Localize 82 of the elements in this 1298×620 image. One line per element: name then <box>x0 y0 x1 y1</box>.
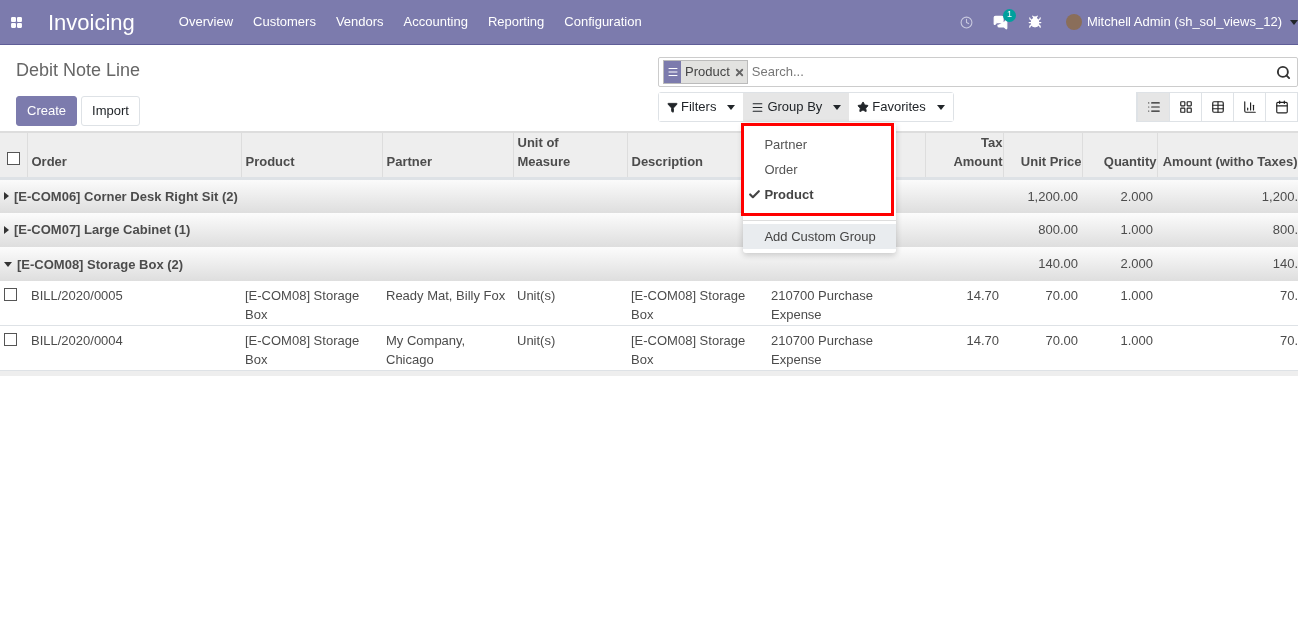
table-cell: My Company, Chicago <box>382 325 513 371</box>
create-button[interactable]: Create <box>16 96 78 126</box>
table-cell: Unit(s) <box>513 280 627 326</box>
group-label: [E-COM06] Corner Desk Right Sit (2) <box>14 187 238 206</box>
close-icon[interactable] <box>733 66 745 78</box>
table-cell: 1.000 <box>1082 212 1157 247</box>
table-cell: Unit(s) <box>513 325 627 371</box>
column-header[interactable]: Amount (witho Taxes) <box>1157 132 1298 179</box>
list-icon <box>1146 100 1161 114</box>
column-header[interactable]: Quantity <box>1082 132 1157 179</box>
menu-icon <box>666 66 679 78</box>
table-cell: 2.000 <box>1082 178 1157 213</box>
checkbox[interactable] <box>4 287 17 301</box>
caret-icon <box>1290 19 1298 25</box>
bar-chart-icon <box>1242 100 1257 114</box>
table-cell: 70.00 <box>1003 280 1082 326</box>
nav-menu-item[interactable]: Configuration <box>554 12 652 32</box>
table-cell: 1,200. <box>1157 178 1298 213</box>
nav-menu-item[interactable]: Customers <box>243 12 326 32</box>
avatar <box>1065 14 1082 30</box>
group-label: [E-COM08] Storage Box (2) <box>17 255 184 274</box>
bug-icon[interactable] <box>1027 15 1042 29</box>
search-field[interactable]: Search... <box>751 62 1272 82</box>
table-cell: 14.70 <box>925 280 1003 326</box>
table-cell: 2.000 <box>1082 246 1157 281</box>
table-cell: [E-COM08] Storage Box <box>241 280 382 326</box>
nav-menu-item[interactable]: Overview <box>168 12 244 32</box>
column-header[interactable]: Unit Price <box>1003 132 1082 179</box>
group-by-option[interactable]: Product <box>744 182 892 207</box>
search-panel-button[interactable]: Group By <box>743 93 850 121</box>
column-header[interactable]: Unit of Measure <box>513 132 627 179</box>
facet-label: Product <box>684 63 731 82</box>
checkbox[interactable] <box>4 333 17 346</box>
table-cell: 140. <box>1157 246 1298 281</box>
column-header[interactable]: Partner <box>382 132 513 179</box>
nav-menu-item[interactable]: Accounting <box>393 12 478 32</box>
breadcrumb-title: Debit Note Line <box>16 59 142 82</box>
add-custom-group-option[interactable]: Add Custom Group <box>743 224 897 249</box>
app-title: Invoicing <box>48 8 135 37</box>
notification-badge: 1 <box>1002 8 1016 22</box>
table-cell: BILL/2020/0004 <box>27 325 241 371</box>
table-cell: [E-COM08] Storage Box <box>627 325 767 371</box>
menu-icon <box>751 100 765 114</box>
table-cell: 70.00 <box>1003 325 1082 371</box>
table-cell: BILL/2020/0005 <box>27 280 241 326</box>
caret-icon <box>833 104 842 110</box>
table-cell: 1.000 <box>1082 325 1157 371</box>
table-cell: 14.70 <box>925 325 1003 371</box>
nav-menu-item[interactable]: Reporting <box>477 12 555 32</box>
search-bar[interactable]: Product Search... <box>658 57 1298 87</box>
table-cell: Ready Mat, Billy Fox <box>382 280 513 326</box>
filter-icon <box>667 101 678 113</box>
calendar-icon <box>1274 100 1289 114</box>
table-cell: [E-COM08] Storage Box <box>627 280 767 326</box>
table-cell: 140.00 <box>1003 246 1082 281</box>
column-header[interactable]: Product <box>241 132 382 179</box>
chat-icon[interactable] <box>992 14 1008 30</box>
column-header[interactable]: Order <box>27 132 241 179</box>
search-icon[interactable] <box>1276 64 1291 80</box>
table-icon <box>1210 100 1225 114</box>
table-cell: 1,200.00 <box>1003 178 1082 213</box>
view-switch-button[interactable] <box>1137 93 1169 121</box>
table-cell: 1.000 <box>1082 280 1157 326</box>
table-cell: 800.00 <box>1003 212 1082 247</box>
table-cell: 70. <box>1157 280 1298 326</box>
table-cell: 70. <box>1157 325 1298 371</box>
table-cell: 210700 Purchase Expense <box>767 280 925 326</box>
caret-icon <box>727 104 736 110</box>
user-menu[interactable]: Mitchell Admin (sh_sol_views_12) <box>1086 12 1282 32</box>
star-icon <box>857 101 870 113</box>
nav-menu-item[interactable]: Vendors <box>325 12 394 32</box>
table-cell: 800. <box>1157 212 1298 247</box>
group-row[interactable]: [E-COM08] Storage Box (2) 140.00 2.000 140. <box>0 246 1298 281</box>
group-label: [E-COM07] Large Cabinet (1) <box>14 220 191 239</box>
apps-menu-icon[interactable] <box>10 15 23 29</box>
import-button[interactable]: Import <box>81 96 140 126</box>
grid-icon <box>1178 100 1193 114</box>
caret-icon <box>936 104 945 110</box>
column-header[interactable]: Tax Amount <box>925 132 1003 179</box>
table-cell: [E-COM08] Storage Box <box>241 325 382 371</box>
table-cell: 210700 Purchase Expense <box>767 325 925 371</box>
checkbox[interactable] <box>6 151 20 165</box>
